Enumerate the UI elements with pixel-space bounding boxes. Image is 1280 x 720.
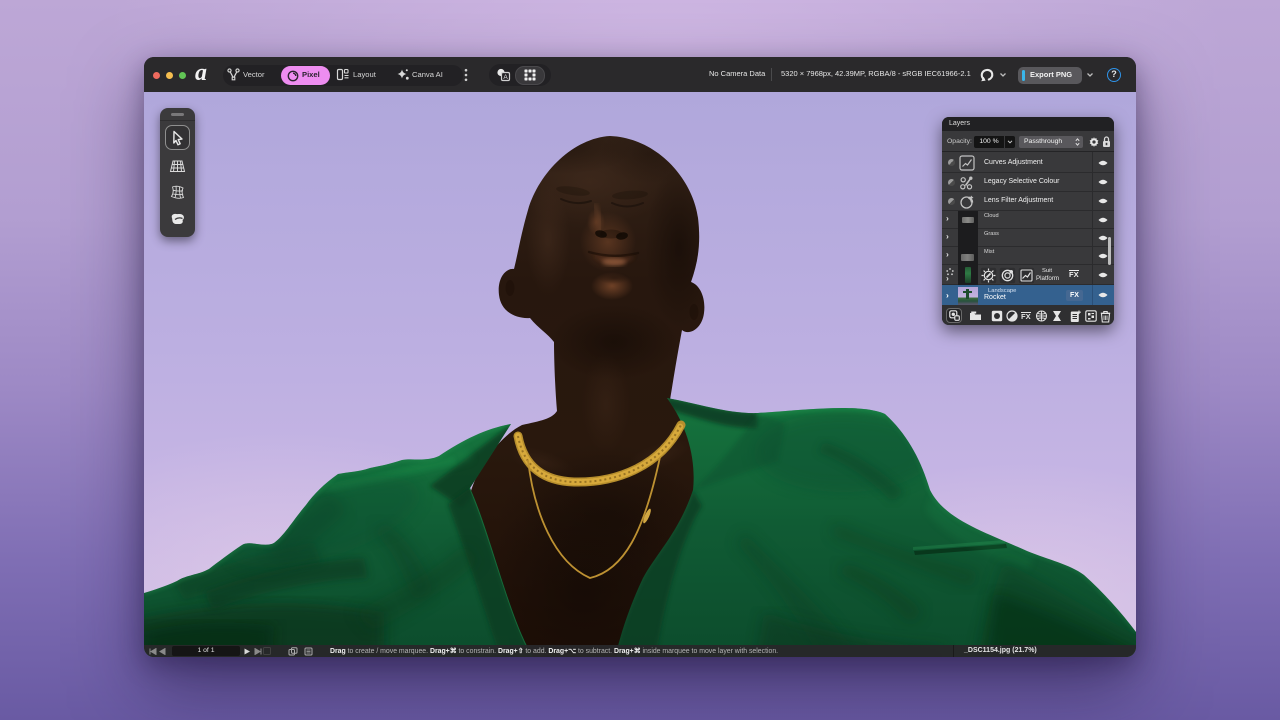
- svg-text:A: A: [503, 74, 508, 81]
